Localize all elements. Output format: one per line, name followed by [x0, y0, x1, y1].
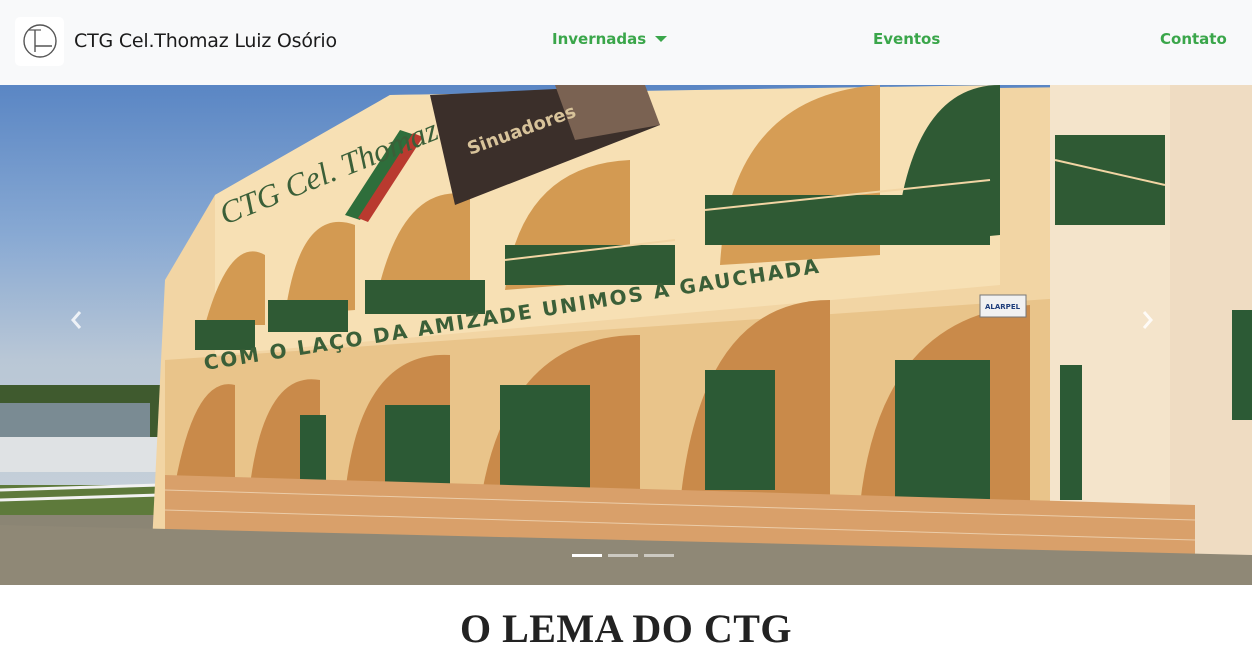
nav-invernadas-dropdown[interactable]: Invernadas — [552, 30, 668, 48]
caret-down-icon — [655, 36, 668, 42]
hero-photo: CTG Cel. Thomaz COM O LAÇO DA AMIZADE UN… — [0, 85, 1252, 585]
carousel-indicator-1[interactable] — [572, 554, 602, 557]
ctg-logo-icon — [15, 16, 64, 66]
nav-invernadas-label: Invernadas — [552, 30, 647, 48]
carousel-next-button[interactable] — [1138, 309, 1178, 349]
navbar: CTG Cel.Thomaz Luiz Osório Invernadas Ev… — [0, 0, 1252, 85]
section-title: O LEMA DO CTG — [459, 606, 793, 651]
nav-contato[interactable]: Contato — [1160, 30, 1227, 48]
brand-name: CTG Cel.Thomaz Luiz Osório — [74, 30, 337, 52]
chevron-right-icon — [1142, 311, 1153, 329]
carousel-indicators — [572, 554, 674, 557]
plaque-text: ALARPEL — [985, 303, 1021, 311]
nav-eventos[interactable]: Eventos — [873, 30, 940, 48]
chevron-left-icon — [71, 311, 82, 329]
carousel-prev-button[interactable] — [68, 309, 108, 349]
hero-carousel: CTG Cel. Thomaz COM O LAÇO DA AMIZADE UN… — [0, 85, 1252, 585]
brand[interactable]: CTG Cel.Thomaz Luiz Osório — [15, 16, 337, 66]
carousel-indicator-2[interactable] — [608, 554, 638, 557]
carousel-indicator-3[interactable] — [644, 554, 674, 557]
